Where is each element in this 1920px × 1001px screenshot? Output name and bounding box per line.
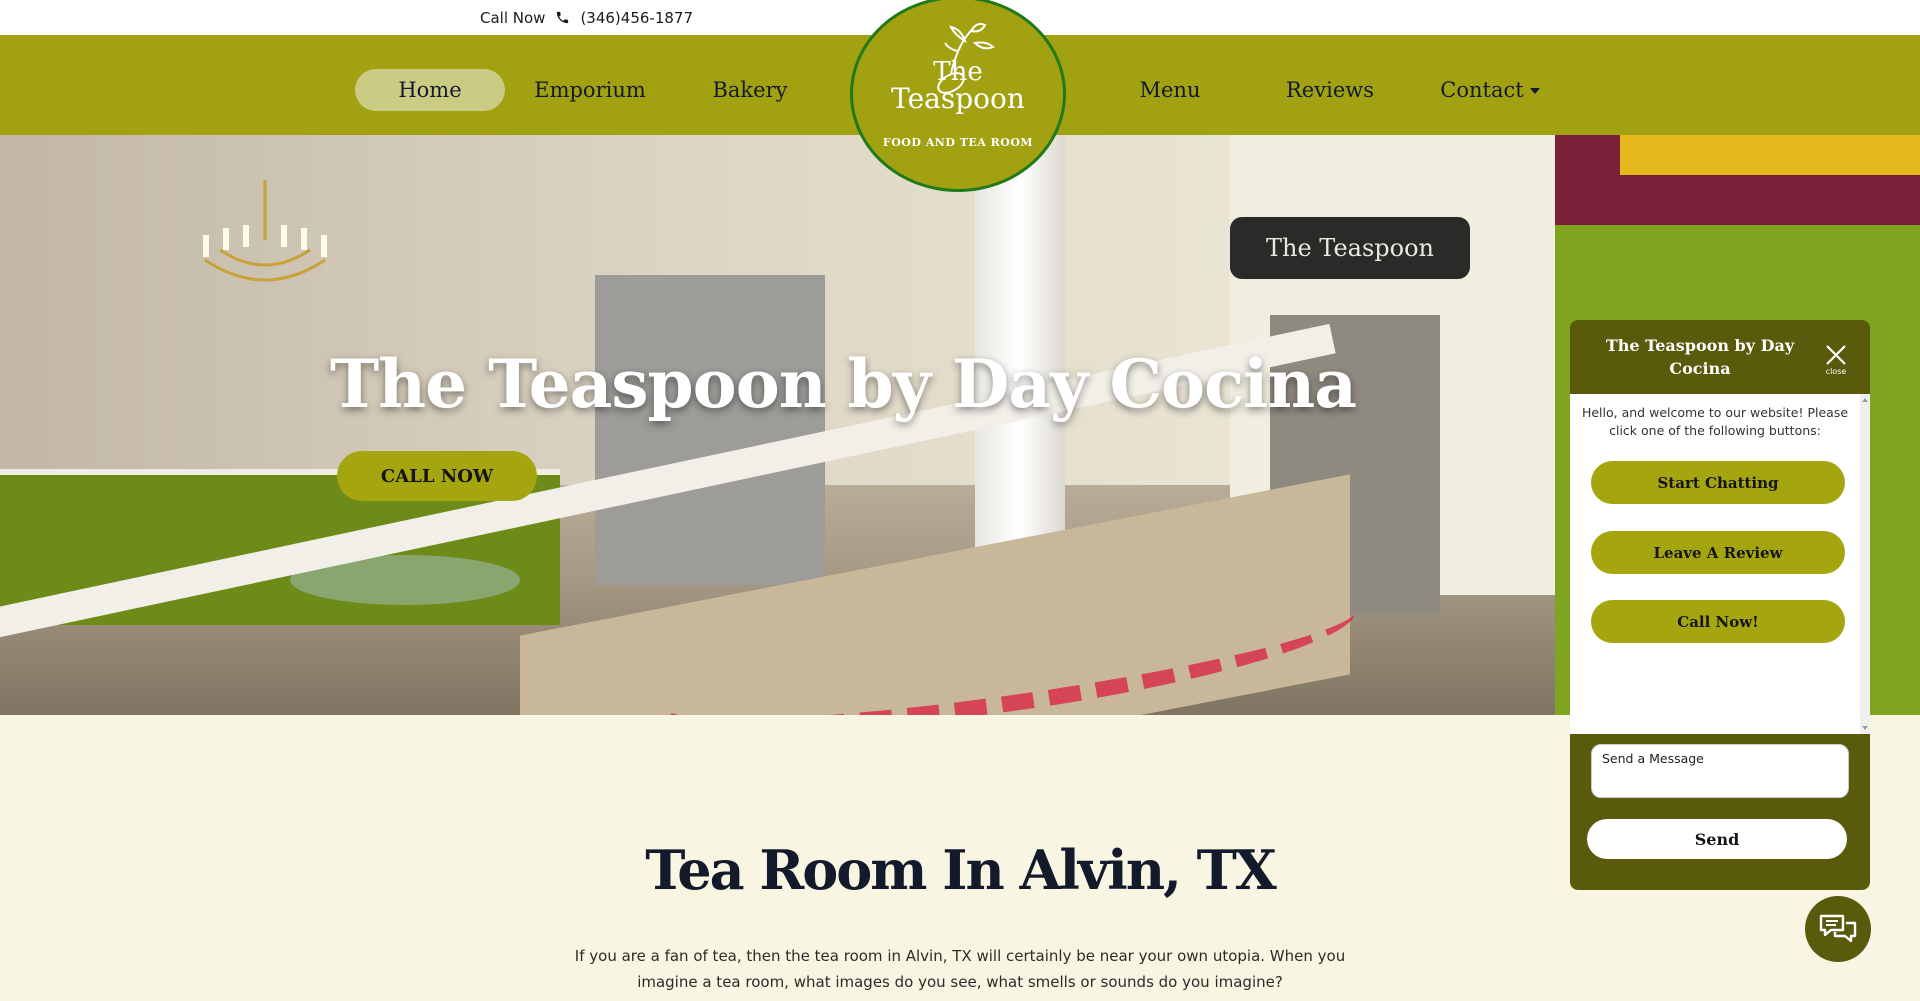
logo-tagline: FOOD AND TEA ROOM	[882, 136, 1034, 149]
scroll-down-icon[interactable]	[1862, 726, 1868, 730]
nav-item-bakery[interactable]: Bakery	[690, 69, 810, 111]
hero-title: The Teaspoon by Day Cocina	[330, 345, 1357, 423]
chat-send-button[interactable]: Send	[1587, 819, 1847, 859]
nav-item-reviews[interactable]: Reviews	[1265, 69, 1395, 111]
chat-call-now-button[interactable]: Call Now!	[1591, 600, 1845, 643]
hero-photo-sign: The Teaspoon	[1230, 217, 1470, 279]
logo-text-teaspoon: Teaspoon	[891, 82, 1025, 115]
chat-message-input[interactable]: Send a Message	[1591, 744, 1849, 798]
nav-item-emporium[interactable]: Emporium	[520, 69, 660, 111]
nav-item-menu[interactable]: Menu	[1110, 69, 1230, 111]
hero-photo-yellow-panel	[1620, 135, 1920, 175]
call-now-button[interactable]: CALL NOW	[337, 451, 537, 501]
chat-scrollbar[interactable]	[1860, 394, 1870, 734]
section-body: If you are a fan of tea, then the tea ro…	[574, 947, 1346, 991]
nav-item-label: Emporium	[534, 78, 646, 102]
close-label: close	[1825, 367, 1847, 376]
chat-title: The Teaspoon by Day Cocina	[1605, 336, 1795, 378]
nav-item-home[interactable]: Home	[355, 69, 505, 111]
chat-widget: The Teaspoon by Day Cocina close Hello, …	[1570, 320, 1870, 890]
nav-item-label: Bakery	[712, 78, 788, 102]
chat-messages: Hello, and welcome to our website! Pleas…	[1570, 394, 1870, 734]
nav-item-label: Contact	[1440, 78, 1524, 102]
phone-icon	[555, 10, 570, 25]
nav-item-contact[interactable]: Contact	[1430, 69, 1550, 111]
scroll-up-icon[interactable]	[1862, 398, 1868, 402]
site-logo[interactable]: The Teaspoon FOOD AND TEA ROOM	[850, 0, 1066, 192]
chat-bubbles-icon	[1819, 914, 1857, 943]
chat-launcher-button[interactable]	[1805, 896, 1871, 962]
leave-review-button[interactable]: Leave A Review	[1591, 531, 1845, 574]
start-chatting-button[interactable]: Start Chatting	[1591, 461, 1845, 504]
chat-header: The Teaspoon by Day Cocina close	[1570, 320, 1870, 394]
chandelier-icon	[203, 180, 327, 282]
caret-down-icon	[1529, 88, 1540, 94]
nav-item-label: Reviews	[1286, 78, 1374, 102]
chat-welcome-message: Hello, and welcome to our website! Pleas…	[1581, 405, 1849, 438]
phone-number: (346)456-1877	[580, 8, 693, 27]
nav-item-label: Menu	[1139, 78, 1201, 102]
call-now-link[interactable]: Call Now (346)456-1877	[480, 0, 693, 35]
chat-close-button[interactable]: close	[1820, 344, 1852, 378]
hero-photo-hutch	[595, 275, 825, 585]
call-now-label: Call Now	[480, 8, 546, 27]
nav-item-label: Home	[398, 78, 462, 102]
close-icon	[1826, 345, 1846, 365]
